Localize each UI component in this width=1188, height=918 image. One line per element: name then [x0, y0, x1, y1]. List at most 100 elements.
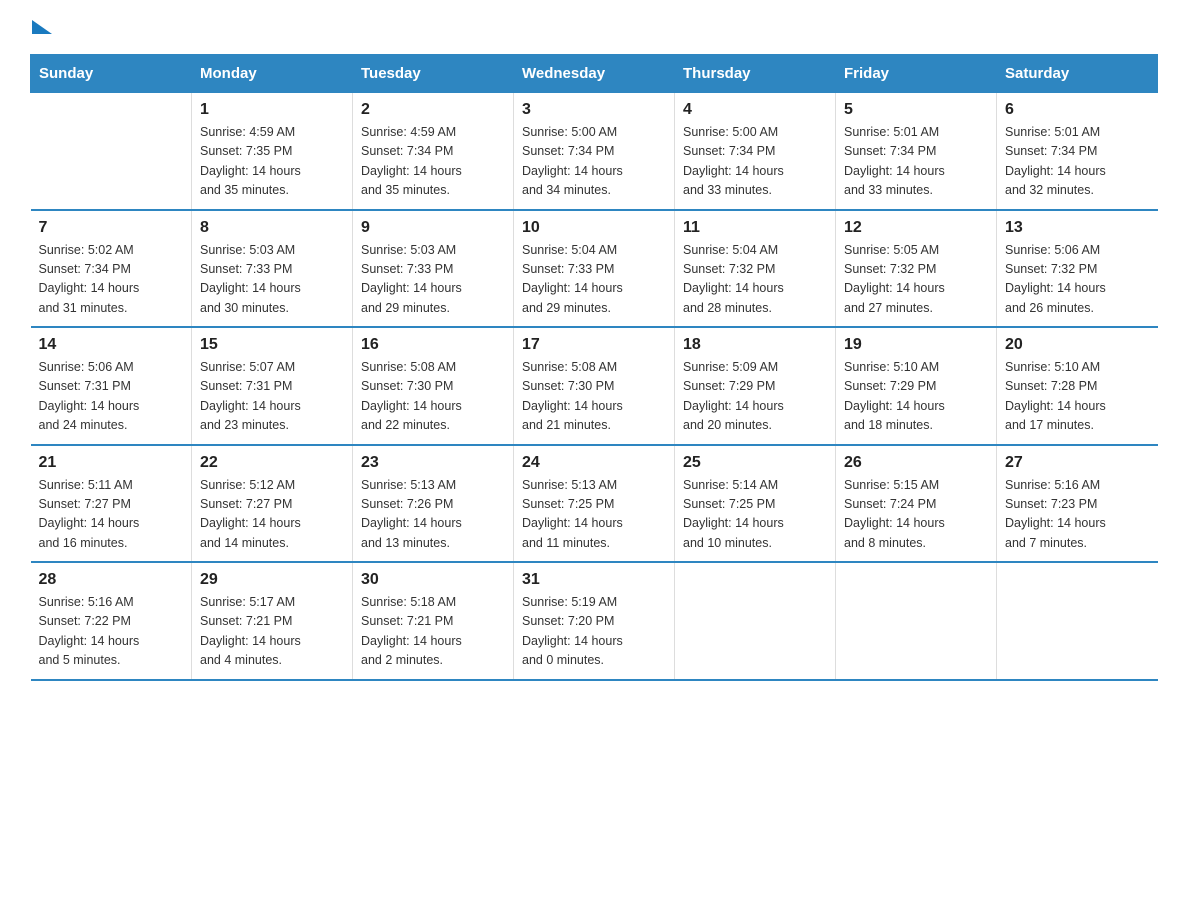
day-number: 11 — [683, 219, 827, 237]
day-number: 10 — [522, 219, 666, 237]
day-number: 14 — [39, 336, 184, 354]
day-cell: 19 Sunrise: 5:10 AM Sunset: 7:29 PM Dayli… — [836, 327, 997, 445]
day-number: 6 — [1005, 101, 1150, 119]
day-number: 31 — [522, 571, 666, 589]
day-cell: 14 Sunrise: 5:06 AM Sunset: 7:31 PM Dayli… — [31, 327, 192, 445]
day-number: 9 — [361, 219, 505, 237]
day-number: 2 — [361, 101, 505, 119]
day-info: Sunrise: 5:15 AM Sunset: 7:24 PM Dayligh… — [844, 476, 988, 554]
day-info: Sunrise: 5:13 AM Sunset: 7:26 PM Dayligh… — [361, 476, 505, 554]
day-number: 30 — [361, 571, 505, 589]
day-number: 17 — [522, 336, 666, 354]
day-cell: 7Sunrise: 5:02 AM Sunset: 7:34 PM Daylig… — [31, 210, 192, 328]
day-cell: 24 Sunrise: 5:13 AM Sunset: 7:25 PM Dayli… — [514, 445, 675, 563]
header-monday: Monday — [192, 55, 353, 93]
week-row-4: 21 Sunrise: 5:11 AM Sunset: 7:27 PM Dayli… — [31, 445, 1158, 563]
week-row-1: 1Sunrise: 4:59 AM Sunset: 7:35 PM Daylig… — [31, 93, 1158, 210]
day-number: 8 — [200, 219, 344, 237]
day-number: 4 — [683, 101, 827, 119]
day-info: Sunrise: 5:13 AM Sunset: 7:25 PM Dayligh… — [522, 476, 666, 554]
day-number: 29 — [200, 571, 344, 589]
day-cell: 29 Sunrise: 5:17 AM Sunset: 7:21 PM Dayli… — [192, 562, 353, 680]
day-info: Sunrise: 5:01 AM Sunset: 7:34 PM Dayligh… — [844, 123, 988, 201]
logo-triangle-icon — [32, 20, 52, 34]
day-cell: 17 Sunrise: 5:08 AM Sunset: 7:30 PM Dayli… — [514, 327, 675, 445]
day-cell: 18Sunrise: 5:09 AM Sunset: 7:29 PM Dayli… — [675, 327, 836, 445]
header-sunday: Sunday — [31, 55, 192, 93]
day-cell: 1Sunrise: 4:59 AM Sunset: 7:35 PM Daylig… — [192, 93, 353, 210]
day-info: Sunrise: 5:18 AM Sunset: 7:21 PM Dayligh… — [361, 593, 505, 671]
day-info: Sunrise: 5:03 AM Sunset: 7:33 PM Dayligh… — [361, 241, 505, 319]
day-info: Sunrise: 5:12 AM Sunset: 7:27 PM Dayligh… — [200, 476, 344, 554]
day-cell: 8 Sunrise: 5:03 AM Sunset: 7:33 PM Daylig… — [192, 210, 353, 328]
day-number: 25 — [683, 454, 827, 472]
day-cell: 30 Sunrise: 5:18 AM Sunset: 7:21 PM Dayli… — [353, 562, 514, 680]
header-saturday: Saturday — [997, 55, 1158, 93]
day-cell: 26 Sunrise: 5:15 AM Sunset: 7:24 PM Dayli… — [836, 445, 997, 563]
day-info: Sunrise: 5:11 AM Sunset: 7:27 PM Dayligh… — [39, 476, 184, 554]
day-info: Sunrise: 5:09 AM Sunset: 7:29 PM Dayligh… — [683, 358, 827, 436]
day-cell: 3 Sunrise: 5:00 AM Sunset: 7:34 PM Daylig… — [514, 93, 675, 210]
day-cell: 9 Sunrise: 5:03 AM Sunset: 7:33 PM Daylig… — [353, 210, 514, 328]
page-header — [30, 20, 1158, 34]
day-number: 20 — [1005, 336, 1150, 354]
day-cell: 12Sunrise: 5:05 AM Sunset: 7:32 PM Dayli… — [836, 210, 997, 328]
day-cell: 4 Sunrise: 5:00 AM Sunset: 7:34 PM Daylig… — [675, 93, 836, 210]
day-info: Sunrise: 5:08 AM Sunset: 7:30 PM Dayligh… — [522, 358, 666, 436]
day-cell: 22 Sunrise: 5:12 AM Sunset: 7:27 PM Dayli… — [192, 445, 353, 563]
day-info: Sunrise: 5:02 AM Sunset: 7:34 PM Dayligh… — [39, 241, 184, 319]
day-cell: 10 Sunrise: 5:04 AM Sunset: 7:33 PM Dayli… — [514, 210, 675, 328]
day-info: Sunrise: 5:10 AM Sunset: 7:28 PM Dayligh… — [1005, 358, 1150, 436]
day-cell: 27 Sunrise: 5:16 AM Sunset: 7:23 PM Dayli… — [997, 445, 1158, 563]
day-cell: 15Sunrise: 5:07 AM Sunset: 7:31 PM Dayli… — [192, 327, 353, 445]
day-info: Sunrise: 5:16 AM Sunset: 7:23 PM Dayligh… — [1005, 476, 1150, 554]
day-number: 23 — [361, 454, 505, 472]
day-cell: 13Sunrise: 5:06 AM Sunset: 7:32 PM Dayli… — [997, 210, 1158, 328]
day-number: 3 — [522, 101, 666, 119]
day-info: Sunrise: 5:19 AM Sunset: 7:20 PM Dayligh… — [522, 593, 666, 671]
day-info: Sunrise: 5:00 AM Sunset: 7:34 PM Dayligh… — [683, 123, 827, 201]
header-wednesday: Wednesday — [514, 55, 675, 93]
day-cell: 25Sunrise: 5:14 AM Sunset: 7:25 PM Dayli… — [675, 445, 836, 563]
day-number: 27 — [1005, 454, 1150, 472]
day-number: 22 — [200, 454, 344, 472]
day-number: 15 — [200, 336, 344, 354]
day-number: 26 — [844, 454, 988, 472]
day-info: Sunrise: 4:59 AM Sunset: 7:35 PM Dayligh… — [200, 123, 344, 201]
week-row-3: 14 Sunrise: 5:06 AM Sunset: 7:31 PM Dayli… — [31, 327, 1158, 445]
day-cell: 20 Sunrise: 5:10 AM Sunset: 7:28 PM Dayli… — [997, 327, 1158, 445]
day-info: Sunrise: 5:04 AM Sunset: 7:33 PM Dayligh… — [522, 241, 666, 319]
calendar-header-row: SundayMondayTuesdayWednesdayThursdayFrid… — [31, 55, 1158, 93]
day-cell: 23 Sunrise: 5:13 AM Sunset: 7:26 PM Dayli… — [353, 445, 514, 563]
header-thursday: Thursday — [675, 55, 836, 93]
day-info: Sunrise: 5:03 AM Sunset: 7:33 PM Dayligh… — [200, 241, 344, 319]
week-row-5: 28Sunrise: 5:16 AM Sunset: 7:22 PM Dayli… — [31, 562, 1158, 680]
day-number: 13 — [1005, 219, 1150, 237]
day-cell: 6 Sunrise: 5:01 AM Sunset: 7:34 PM Daylig… — [997, 93, 1158, 210]
day-info: Sunrise: 5:01 AM Sunset: 7:34 PM Dayligh… — [1005, 123, 1150, 201]
logo — [30, 20, 52, 34]
header-friday: Friday — [836, 55, 997, 93]
day-cell: 5Sunrise: 5:01 AM Sunset: 7:34 PM Daylig… — [836, 93, 997, 210]
day-number: 19 — [844, 336, 988, 354]
day-number: 12 — [844, 219, 988, 237]
day-cell: 16Sunrise: 5:08 AM Sunset: 7:30 PM Dayli… — [353, 327, 514, 445]
day-number: 24 — [522, 454, 666, 472]
day-info: Sunrise: 5:10 AM Sunset: 7:29 PM Dayligh… — [844, 358, 988, 436]
day-info: Sunrise: 5:04 AM Sunset: 7:32 PM Dayligh… — [683, 241, 827, 319]
day-cell — [997, 562, 1158, 680]
day-cell — [675, 562, 836, 680]
day-cell — [836, 562, 997, 680]
day-cell: 11 Sunrise: 5:04 AM Sunset: 7:32 PM Dayli… — [675, 210, 836, 328]
day-info: Sunrise: 5:00 AM Sunset: 7:34 PM Dayligh… — [522, 123, 666, 201]
day-info: Sunrise: 5:06 AM Sunset: 7:31 PM Dayligh… — [39, 358, 184, 436]
header-tuesday: Tuesday — [353, 55, 514, 93]
day-info: Sunrise: 5:17 AM Sunset: 7:21 PM Dayligh… — [200, 593, 344, 671]
day-info: Sunrise: 4:59 AM Sunset: 7:34 PM Dayligh… — [361, 123, 505, 201]
day-cell — [31, 93, 192, 210]
day-number: 21 — [39, 454, 184, 472]
week-row-2: 7Sunrise: 5:02 AM Sunset: 7:34 PM Daylig… — [31, 210, 1158, 328]
day-cell: 21 Sunrise: 5:11 AM Sunset: 7:27 PM Dayli… — [31, 445, 192, 563]
day-number: 28 — [39, 571, 184, 589]
day-number: 16 — [361, 336, 505, 354]
